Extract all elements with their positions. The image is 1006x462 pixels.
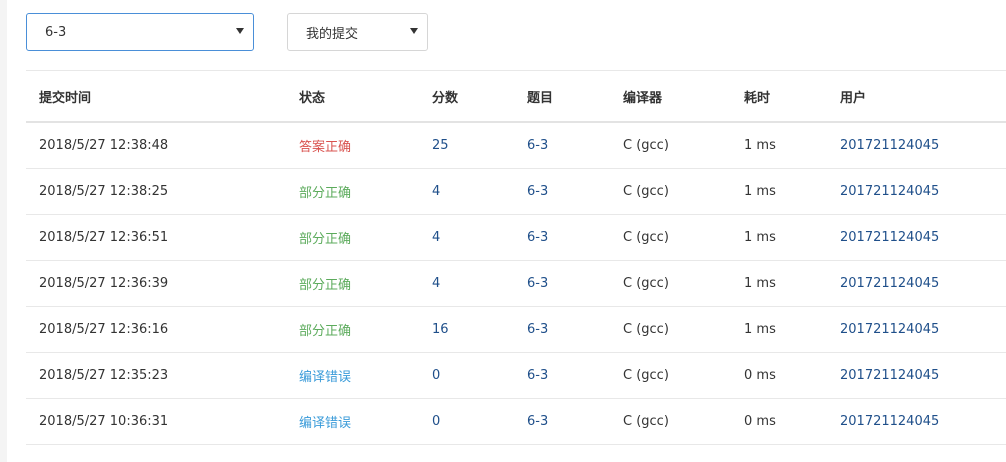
submission-cost: 1 ms <box>744 138 776 153</box>
submission-user-link[interactable]: 201721124045 <box>840 399 939 444</box>
scope-select-value: 我的提交 <box>306 26 359 42</box>
caret-down-icon <box>236 28 244 34</box>
scope-select[interactable]: 我的提交 <box>287 13 428 51</box>
submission-time: 2018/5/27 12:35:23 <box>39 368 169 383</box>
submission-cost: 0 ms <box>744 368 776 383</box>
submission-compiler: C (gcc) <box>623 368 669 383</box>
header-user: 用户 <box>840 90 867 106</box>
table-row: 2018/5/27 12:38:25 部分正确 4 6-3 C (gcc) 1 ms 201… <box>26 169 1006 215</box>
submission-time: 2018/5/27 12:36:51 <box>39 230 169 245</box>
submission-problem-link[interactable]: 6-3 <box>527 399 548 444</box>
submission-user-link[interactable]: 201721124045 <box>840 169 939 214</box>
submission-user-link[interactable]: 201721124045 <box>840 261 939 306</box>
submission-user-link[interactable]: 201721124045 <box>840 353 939 398</box>
submission-compiler: C (gcc) <box>623 414 669 429</box>
table-row: 2018/5/27 12:35:23 编译错误 0 6-3 C (gcc) 0 ms 201… <box>26 353 1006 399</box>
submission-cost: 1 ms <box>744 184 776 199</box>
submission-status[interactable]: 部分正确 <box>299 261 351 306</box>
submission-status[interactable]: 部分正确 <box>299 215 351 260</box>
submission-problem-link[interactable]: 6-3 <box>527 123 548 168</box>
submission-time: 2018/5/27 12:38:25 <box>39 184 169 199</box>
table-row: 2018/5/27 12:38:48 答案正确 25 6-3 C (gcc) 1 ms 20… <box>26 123 1006 169</box>
table-header: 提交时间 状态 分数 题目 编译器 耗时 用户 <box>26 71 1006 123</box>
submission-time: 2018/5/27 12:38:48 <box>39 138 169 153</box>
submission-score[interactable]: 16 <box>432 307 449 352</box>
submission-compiler: C (gcc) <box>623 230 669 245</box>
problem-select-value: 6-3 <box>45 24 67 40</box>
submission-score[interactable]: 4 <box>432 169 440 214</box>
submission-compiler: C (gcc) <box>623 138 669 153</box>
submission-compiler: C (gcc) <box>623 322 669 337</box>
submission-status[interactable]: 编译错误 <box>299 399 351 444</box>
table-row: 2018/5/27 12:36:39 部分正确 4 6-3 C (gcc) 1 ms 201… <box>26 261 1006 307</box>
submission-user-link[interactable]: 201721124045 <box>840 123 939 168</box>
submission-problem-link[interactable]: 6-3 <box>527 307 548 352</box>
header-compiler: 编译器 <box>623 90 663 106</box>
problem-select[interactable]: 6-3 <box>26 13 254 51</box>
submission-status[interactable]: 部分正确 <box>299 307 351 352</box>
submissions-panel: 6-3 我的提交 提交时间 状态 分数 题目 编译器 耗时 用户 2018/5/… <box>7 0 1006 462</box>
submission-compiler: C (gcc) <box>623 276 669 291</box>
submission-problem-link[interactable]: 6-3 <box>527 261 548 306</box>
table-body: 2018/5/27 12:38:48 答案正确 25 6-3 C (gcc) 1 ms 20… <box>26 123 1006 445</box>
submission-score[interactable]: 25 <box>432 123 449 168</box>
submission-problem-link[interactable]: 6-3 <box>527 215 548 260</box>
submission-score[interactable]: 0 <box>432 353 440 398</box>
submission-cost: 1 ms <box>744 322 776 337</box>
header-status: 状态 <box>299 90 326 106</box>
submission-score[interactable]: 4 <box>432 261 440 306</box>
submission-user-link[interactable]: 201721124045 <box>840 215 939 260</box>
header-score: 分数 <box>432 90 459 106</box>
table-row: 2018/5/27 12:36:16 部分正确 16 6-3 C (gcc) 1 ms 20… <box>26 307 1006 353</box>
submission-score[interactable]: 0 <box>432 399 440 444</box>
submission-cost: 0 ms <box>744 414 776 429</box>
header-cost: 耗时 <box>744 90 771 106</box>
submission-cost: 1 ms <box>744 230 776 245</box>
submission-problem-link[interactable]: 6-3 <box>527 353 548 398</box>
header-problem: 题目 <box>527 90 554 106</box>
table-row: 2018/5/27 10:36:31 编译错误 0 6-3 C (gcc) 0 ms 201… <box>26 399 1006 445</box>
submission-compiler: C (gcc) <box>623 184 669 199</box>
submission-problem-link[interactable]: 6-3 <box>527 169 548 214</box>
submission-cost: 1 ms <box>744 276 776 291</box>
caret-down-icon <box>410 28 418 34</box>
submission-status[interactable]: 答案正确 <box>299 123 351 168</box>
submission-time: 2018/5/27 10:36:31 <box>39 414 169 429</box>
submissions-table: 提交时间 状态 分数 题目 编译器 耗时 用户 2018/5/27 12:38:… <box>26 70 1006 445</box>
header-time: 提交时间 <box>39 90 92 106</box>
submission-time: 2018/5/27 12:36:16 <box>39 322 169 337</box>
table-row: 2018/5/27 12:36:51 部分正确 4 6-3 C (gcc) 1 ms 201… <box>26 215 1006 261</box>
submission-status[interactable]: 编译错误 <box>299 353 351 398</box>
submission-status[interactable]: 部分正确 <box>299 169 351 214</box>
submission-time: 2018/5/27 12:36:39 <box>39 276 169 291</box>
submission-score[interactable]: 4 <box>432 215 440 260</box>
submission-user-link[interactable]: 201721124045 <box>840 307 939 352</box>
